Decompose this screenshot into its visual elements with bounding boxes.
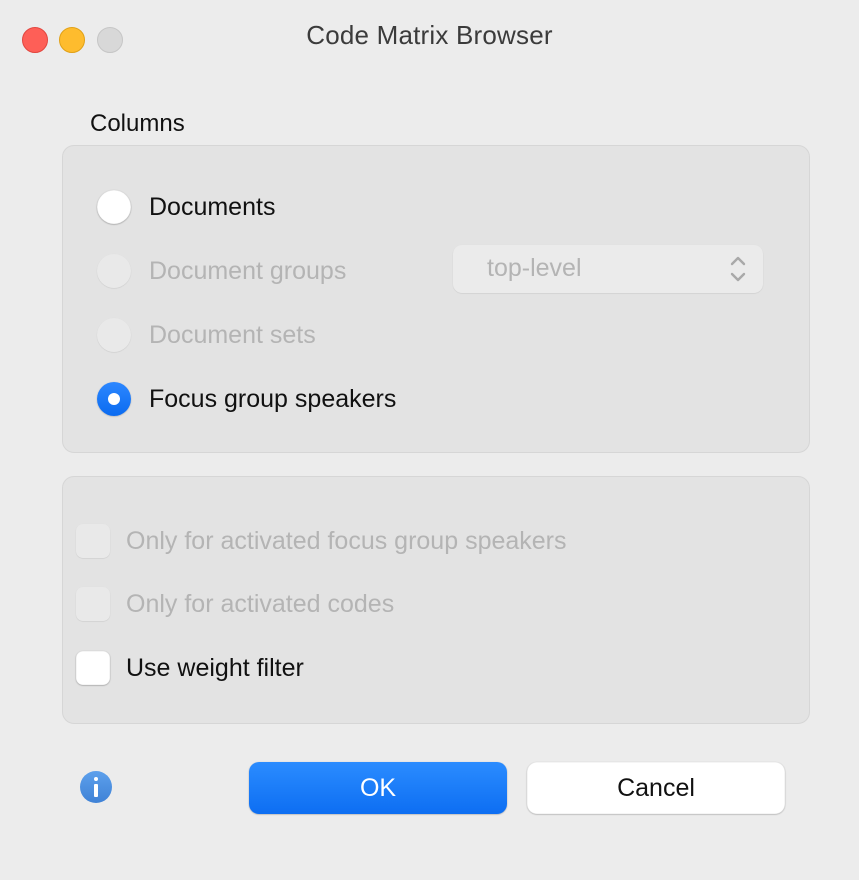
group-level-select-value: top-level bbox=[487, 254, 582, 282]
radio-documents[interactable]: Documents bbox=[97, 190, 275, 224]
radio-label-document-sets: Document sets bbox=[149, 320, 316, 349]
checkbox-box-use-weight-filter[interactable] bbox=[76, 651, 110, 685]
checkbox-label-activated-speakers: Only for activated focus group speakers bbox=[126, 526, 567, 555]
radio-label-documents: Documents bbox=[149, 192, 276, 221]
radio-label-document-groups: Document groups bbox=[149, 256, 347, 285]
radio-focus-group-speakers[interactable]: Focus group speakers bbox=[97, 382, 396, 416]
checkbox-box-activated-codes bbox=[76, 587, 110, 621]
checkbox-activated-speakers: Only for activated focus group speakers bbox=[76, 524, 567, 558]
radio-document-groups: Document groups bbox=[97, 254, 346, 288]
group-level-select: top-level bbox=[453, 245, 763, 293]
info-icon[interactable] bbox=[80, 771, 112, 803]
checkbox-label-use-weight-filter: Use weight filter bbox=[126, 653, 304, 682]
radio-button-document-sets bbox=[97, 318, 131, 352]
radio-button-documents[interactable] bbox=[97, 190, 131, 224]
ok-button[interactable]: OK bbox=[249, 762, 507, 814]
radio-button-focus-group-speakers[interactable] bbox=[97, 382, 131, 416]
up-down-chevron-icon bbox=[730, 256, 746, 282]
radio-button-document-groups bbox=[97, 254, 131, 288]
columns-section-label: Columns bbox=[90, 110, 185, 137]
cancel-button[interactable]: Cancel bbox=[527, 762, 785, 814]
title-bar: Code Matrix Browser bbox=[0, 0, 859, 80]
checkbox-activated-codes: Only for activated codes bbox=[76, 587, 394, 621]
checkbox-box-activated-speakers bbox=[76, 524, 110, 558]
checkbox-label-activated-codes: Only for activated codes bbox=[126, 589, 395, 618]
checkbox-use-weight-filter[interactable]: Use weight filter bbox=[76, 651, 304, 685]
radio-document-sets: Document sets bbox=[97, 318, 316, 352]
dialog-window: Code Matrix Browser Columns Documents Do… bbox=[0, 0, 859, 880]
window-title: Code Matrix Browser bbox=[306, 20, 553, 50]
radio-label-focus-group-speakers: Focus group speakers bbox=[149, 384, 397, 413]
